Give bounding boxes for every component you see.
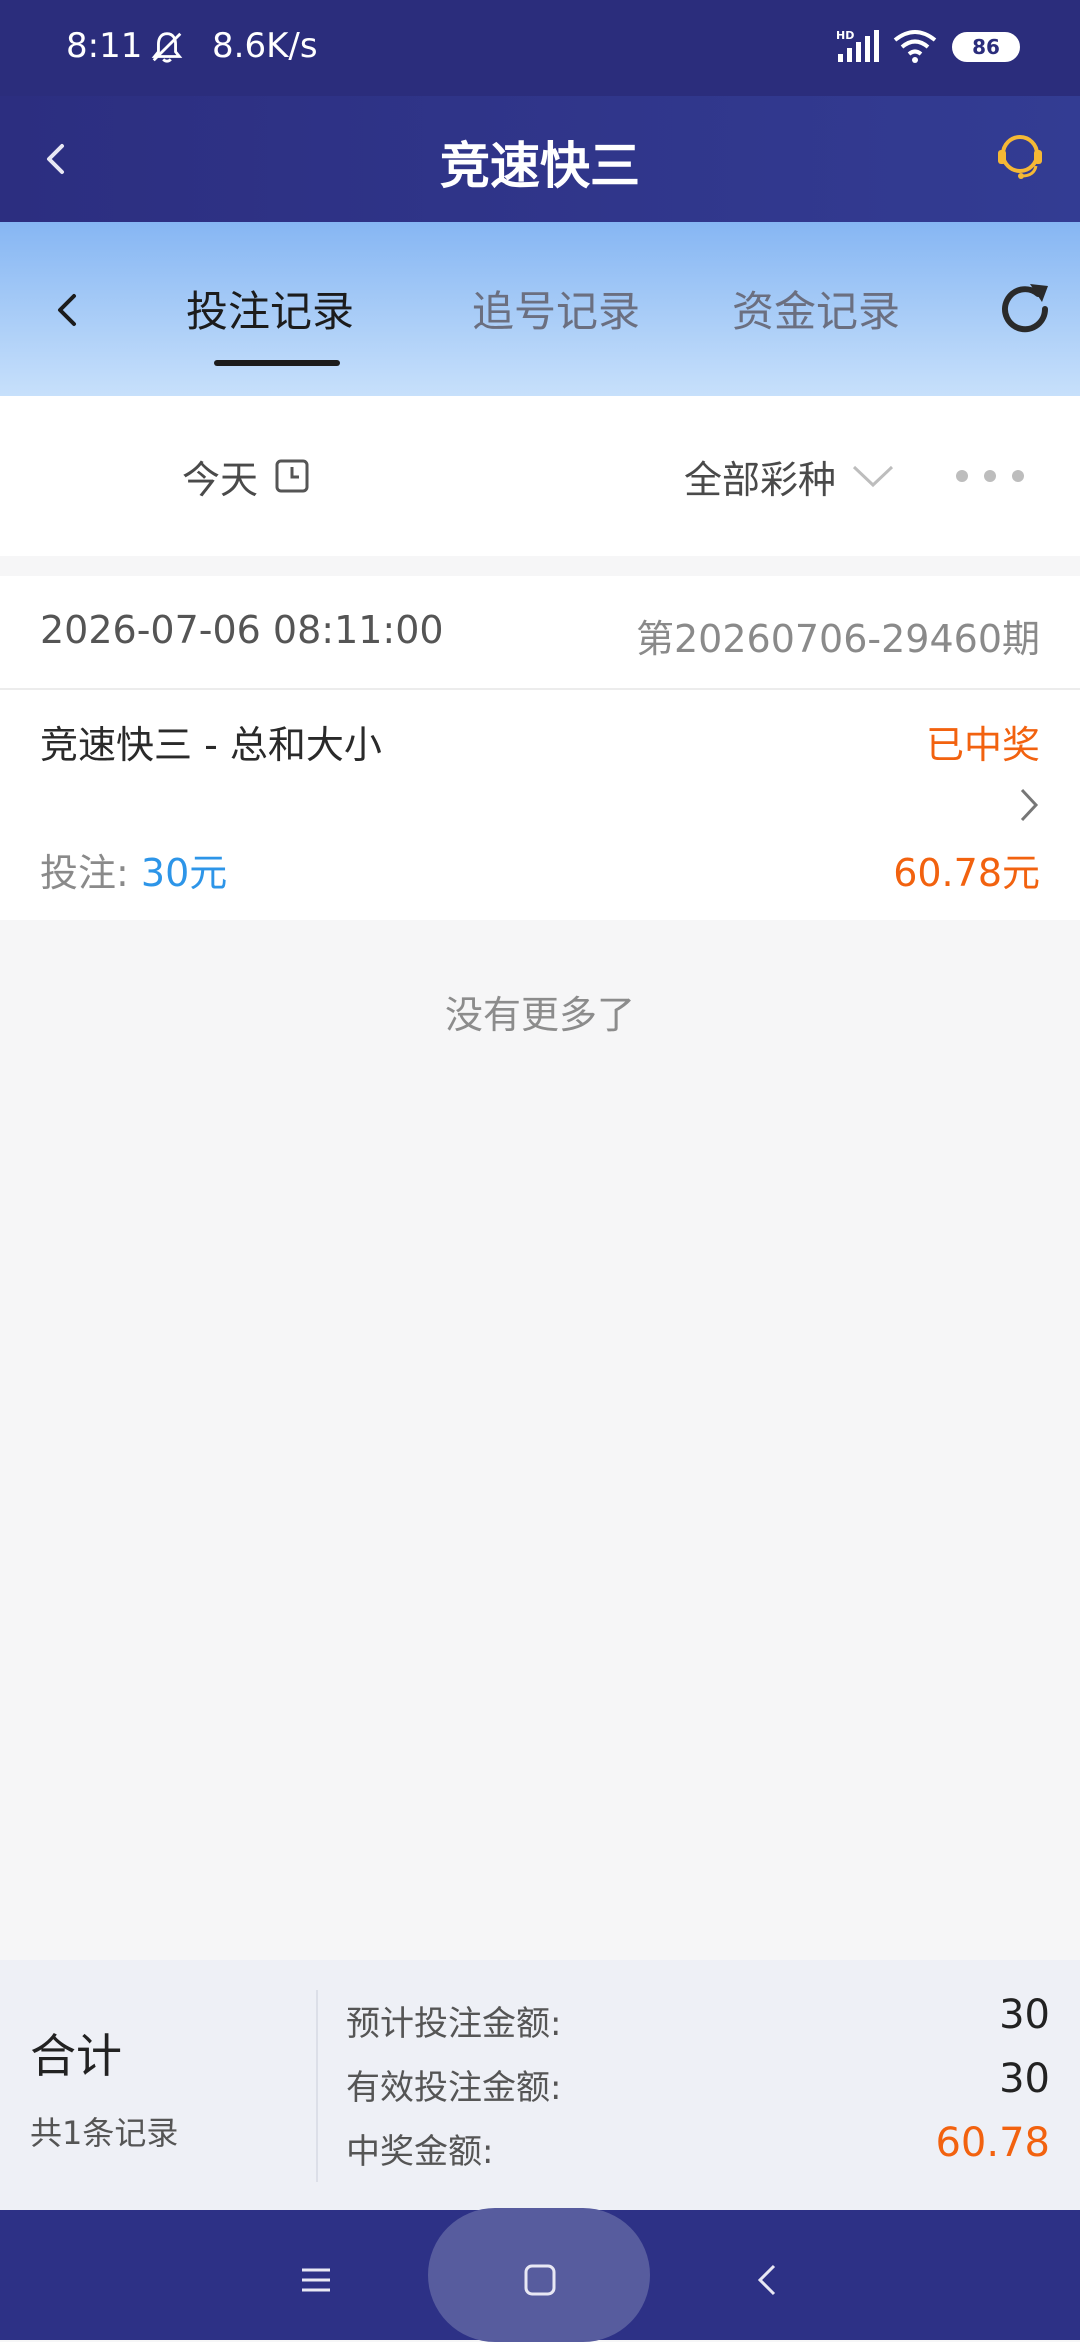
customer-service-icon[interactable] [990, 126, 1050, 186]
menu-icon[interactable] [286, 2250, 346, 2310]
record-status: 已中奖 [925, 723, 1040, 767]
tab-bet-records[interactable]: 投注记录 [186, 278, 354, 339]
calendar-icon [275, 459, 309, 493]
date-filter-label: 今天 [182, 457, 259, 502]
summary-divider [316, 1990, 318, 2182]
record-datetime: 2026-07-06 08:11:00 [40, 608, 444, 652]
more-icon[interactable] [946, 456, 1056, 496]
tab-fund-records[interactable]: 资金记录 [732, 278, 900, 339]
tab-active-indicator [214, 360, 340, 366]
lottery-filter-label: 全部彩种 [684, 457, 837, 502]
battery-icon: 86 [952, 32, 1020, 62]
record-header: 2026-07-06 08:11:00 第20260706-29460期 [0, 576, 1080, 690]
record-bet-label: 投注: [40, 851, 141, 895]
record-bet-amount: 30元 [140, 851, 228, 895]
wifi-icon [893, 30, 937, 63]
tab-chase-records[interactable]: 追号记录 [472, 278, 640, 339]
summary-value: 30 [999, 1992, 1050, 2038]
tab-bar: 投注记录 追号记录 资金记录 [0, 222, 1080, 396]
list-end-text: 没有更多了 [444, 993, 635, 1037]
lottery-type-filter[interactable]: 全部彩种 [684, 448, 896, 504]
summary-label: 预计投注金额: [346, 2004, 562, 2044]
record-game: 竞速快三 - 总和大小 [40, 723, 382, 767]
svg-text:HD: HD [836, 29, 854, 42]
chevron-down-icon [852, 465, 894, 488]
page-title: 竞速快三 [440, 137, 640, 195]
record-bet: 投注: 30元 [40, 842, 227, 897]
signal-hd-icon: HD [836, 29, 879, 62]
summary-count: 共1条记录 [30, 2114, 179, 2152]
summary-row-expected: 预计投注金额: 30 [346, 1992, 1050, 2045]
refresh-icon[interactable] [990, 274, 1060, 344]
app-header: 竞速快三 [0, 96, 1080, 222]
summary-title: 合计 [30, 2029, 122, 2083]
summary-value: 60.78 [935, 2120, 1050, 2166]
filter-bar: 今天 全部彩种 [0, 396, 1080, 556]
summary-panel: 合计 共1条记录 预计投注金额: 30 有效投注金额: 30 中奖金额: 60.… [0, 1960, 1080, 2210]
summary-label: 中奖金额: [346, 2132, 494, 2172]
network-speed: 8.6K/s [212, 26, 318, 66]
date-filter[interactable]: 今天 [182, 448, 310, 504]
summary-label: 有效投注金额: [346, 2068, 562, 2108]
bell-muted-icon [151, 32, 183, 63]
back-icon[interactable] [738, 2250, 798, 2310]
system-nav-bar [0, 2208, 1080, 2342]
bet-record-card[interactable]: 2026-07-06 08:11:00 第20260706-29460期 竞速快… [0, 576, 1080, 920]
chevron-right-icon[interactable] [1014, 782, 1044, 828]
status-time: 8:11 [66, 26, 143, 66]
record-win-amount: 60.78元 [893, 851, 1040, 895]
summary-value: 30 [999, 2056, 1050, 2102]
back-icon[interactable] [36, 278, 100, 342]
summary-row-valid: 有效投注金额: 30 [346, 2056, 1050, 2109]
record-issue: 第20260706-29460期 [635, 617, 1040, 661]
home-icon[interactable] [510, 2250, 570, 2310]
summary-row-winnings: 中奖金额: 60.78 [346, 2120, 1050, 2173]
status-bar: 8:11 8.6K/s HD 86 [0, 0, 1080, 96]
